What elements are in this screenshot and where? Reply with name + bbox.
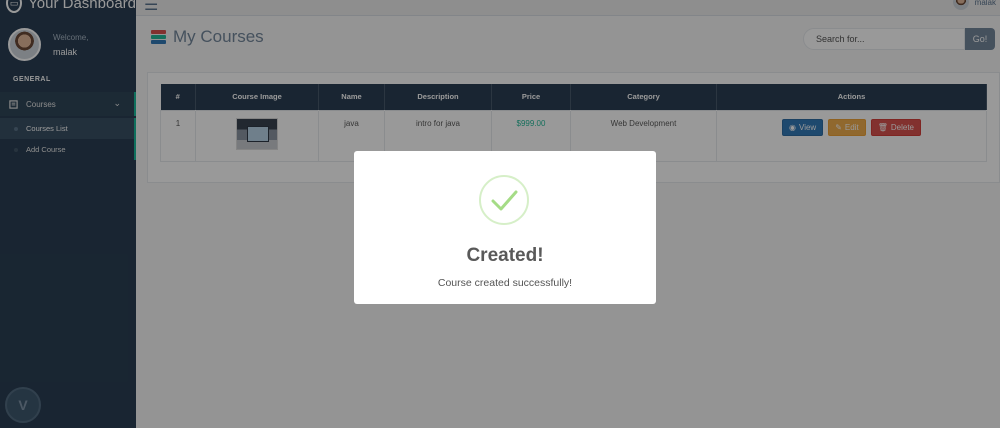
dialog-title: Created! — [466, 245, 544, 266]
success-dialog: Created! Course created successfully! — [354, 151, 656, 304]
dialog-message: Course created successfully! — [437, 277, 573, 289]
success-check-icon — [479, 175, 529, 225]
